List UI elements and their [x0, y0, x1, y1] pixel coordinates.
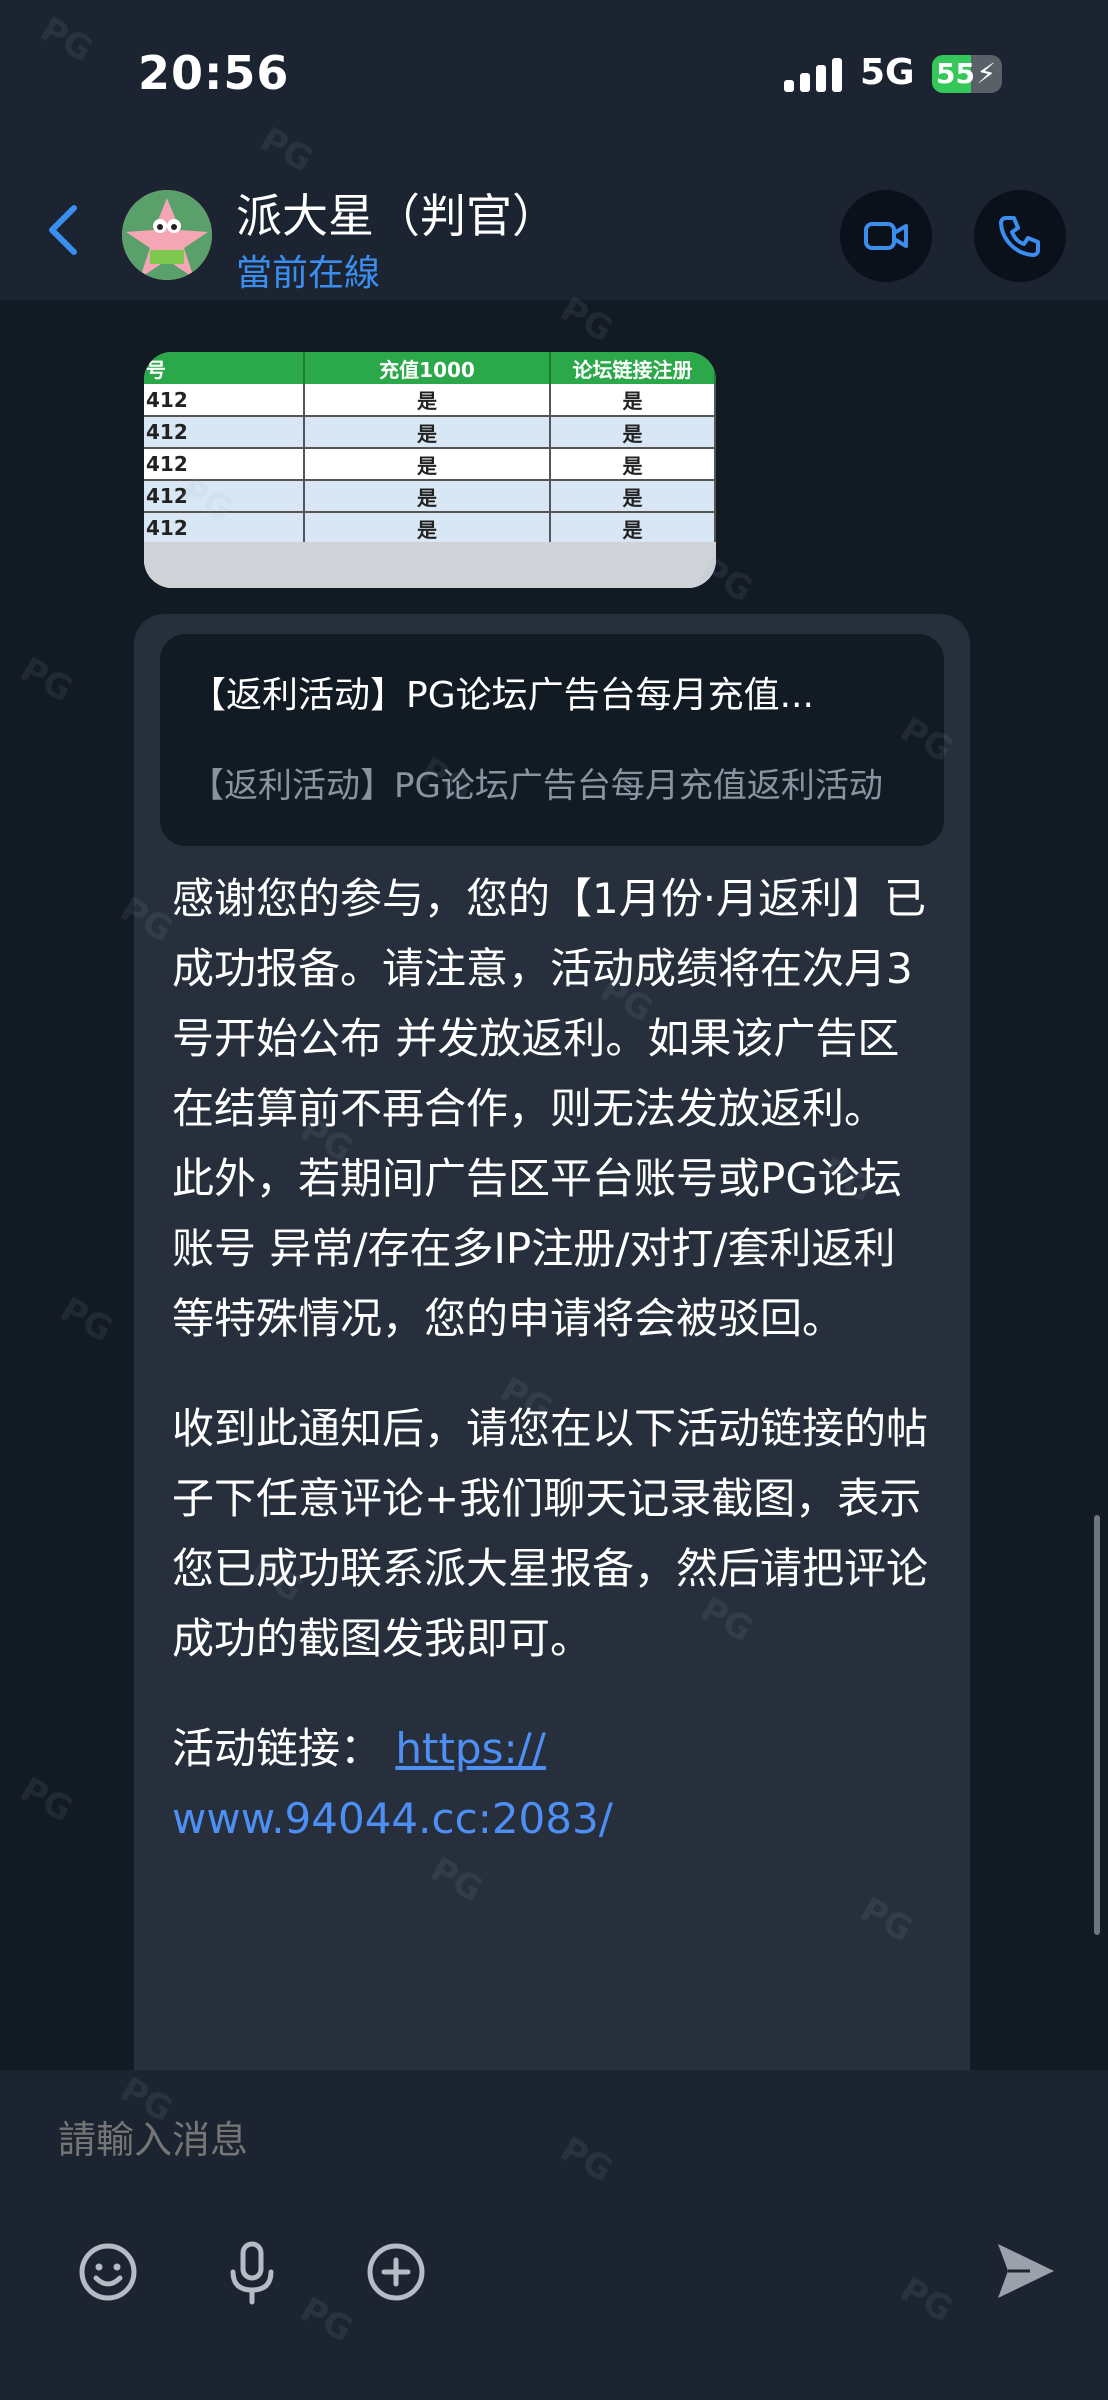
table-cell: 412 — [144, 448, 305, 481]
table-row: 412 是 是 — [144, 416, 716, 449]
signal-icon — [784, 56, 844, 92]
table-cell: 是 — [550, 384, 716, 417]
table-cell: 是 — [550, 448, 716, 481]
video-camera-icon — [864, 222, 908, 250]
table-cell: 是 — [304, 480, 551, 513]
column-header: 号 — [144, 352, 305, 384]
status-bar: 20:56 5G 55 ⚡ — [0, 0, 1108, 150]
quoted-reply[interactable]: 【返利活动】PG论坛广告台每月充值... 【返利活动】PG论坛广告台每月充值返利… — [160, 634, 944, 846]
emoji-button[interactable] — [72, 2236, 144, 2308]
table-cell: 是 — [550, 480, 716, 513]
voice-button[interactable] — [216, 2236, 288, 2308]
activity-link-continued[interactable]: www.94044.cc:2083/ — [172, 1784, 932, 1854]
link-label: 活动链接： — [172, 1724, 383, 1773]
clock: 20:56 — [138, 46, 290, 100]
column-header: 论坛链接注册 — [550, 352, 716, 384]
charging-icon: ⚡ — [976, 57, 996, 90]
battery-icon: 55 ⚡ — [932, 55, 1002, 93]
message-bubble[interactable]: 【返利活动】PG论坛广告台每月充值... 【返利活动】PG论坛广告台每月充值返利… — [134, 614, 970, 2070]
battery-level: 55 — [936, 57, 975, 90]
table-cell: 是 — [304, 512, 551, 545]
contact-status: 當前在線 — [236, 253, 381, 294]
scrollbar[interactable] — [1094, 1515, 1100, 1935]
microphone-icon — [230, 2241, 274, 2305]
message-text: 感谢您的参与，您的【1月份·月返利】已成功报备。请注意，活动成绩将在次月3号开始… — [172, 874, 927, 1343]
message-list[interactable]: 号 充值1000 论坛链接注册 412 是 是 412 是 是 412 是 是 … — [0, 300, 1108, 2070]
table-cell: 是 — [304, 416, 551, 449]
send-icon — [998, 2244, 1054, 2298]
spreadsheet-image: 号 充值1000 论坛链接注册 412 是 是 412 是 是 412 是 是 … — [144, 352, 716, 545]
table-cell: 是 — [304, 448, 551, 481]
table-cell: 是 — [304, 384, 551, 417]
chevron-left-icon — [49, 205, 77, 255]
emoji-icon — [79, 2243, 137, 2301]
table-row: 412 是 是 — [144, 448, 716, 481]
phone-icon — [999, 216, 1040, 257]
attach-button[interactable] — [360, 2236, 432, 2308]
table-cell: 412 — [144, 416, 305, 449]
video-call-button[interactable] — [840, 190, 932, 282]
contact-name: 派大星（判官） — [236, 189, 558, 243]
image-footer — [144, 542, 716, 588]
table-row: 412 是 是 — [144, 480, 716, 513]
reply-subtitle: 【返利活动】PG论坛广告台每月充值返利活动 — [190, 766, 883, 806]
activity-link[interactable]: https:// — [395, 1724, 546, 1773]
send-button[interactable] — [990, 2236, 1060, 2306]
back-button[interactable] — [40, 200, 90, 260]
table-row: 412 是 是 — [144, 512, 716, 545]
message-input[interactable] — [0, 2090, 1108, 2190]
link-line: 活动链接： https:// www.94044.cc:2083/ — [172, 1714, 932, 1854]
message-text: 收到此通知后，请您在以下活动链接的帖子下任意评论+我们聊天记录截图，表示您已成功… — [172, 1404, 929, 1663]
column-header: 充值1000 — [304, 352, 551, 384]
table-row: 412 是 是 — [144, 384, 716, 417]
table-cell: 412 — [144, 512, 305, 545]
network-type: 5G — [860, 52, 915, 93]
plus-circle-icon — [367, 2243, 425, 2301]
reply-title: 【返利活动】PG论坛广告台每月充值... — [190, 675, 814, 716]
composer — [0, 2070, 1108, 2400]
chat-header: 派大星（判官） 當前在線 — [0, 150, 1108, 300]
avatar[interactable] — [122, 190, 212, 280]
table-cell: 412 — [144, 384, 305, 417]
table-cell: 是 — [550, 512, 716, 545]
table-cell: 是 — [550, 416, 716, 449]
image-message[interactable]: 号 充值1000 论坛链接注册 412 是 是 412 是 是 412 是 是 … — [144, 352, 716, 588]
voice-call-button[interactable] — [974, 190, 1066, 282]
table-cell: 412 — [144, 480, 305, 513]
